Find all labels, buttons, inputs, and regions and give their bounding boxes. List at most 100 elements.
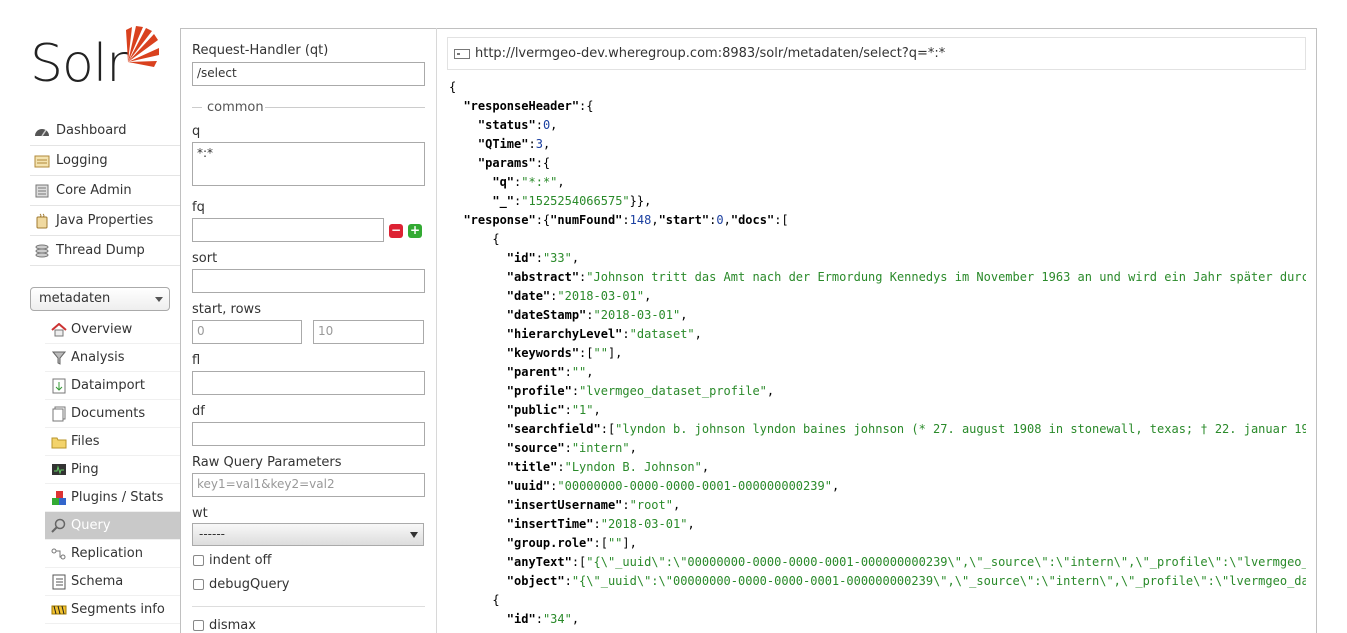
core-nav-label: Overview [71,322,133,337]
solr-sun-icon [126,26,159,67]
home-icon [51,322,67,338]
url-icon [454,48,470,59]
folder-icon [51,434,67,450]
sort-input[interactable] [192,269,425,293]
nav-item-core-admin[interactable]: Core Admin [30,176,180,206]
core-nav-query[interactable]: Query [45,512,180,540]
dismax-label: dismax [209,618,256,633]
fq-label: fq [192,200,205,215]
core-nav-ping[interactable]: Ping [45,456,180,484]
core-admin-icon [34,183,50,199]
response-line: "id":"34", [506,612,580,626]
add-fq-button[interactable]: + [408,224,422,238]
response-line: "QTime":3, [477,137,551,151]
ping-icon [51,462,67,478]
core-nav-dataimport[interactable]: Dataimport [45,372,180,400]
response-output: { "responseHeader":{ "status":0, "QTime"… [449,78,1306,633]
df-label: df [192,404,205,419]
java-icon [34,213,50,229]
debug-query-label: debugQuery [209,577,290,592]
request-url-bar: http://lvermgeo-dev.wheregroup.com:8983/… [447,37,1306,70]
response-line: "dateStamp":"2018-03-01", [506,308,688,322]
response-line: "title":"Lyndon B. Johnson", [506,460,710,474]
logging-icon [34,153,50,169]
response-line: "status":0, [477,118,558,132]
sort-label: sort [192,251,218,266]
remove-fq-button[interactable]: − [389,224,403,238]
segments-icon [51,602,67,618]
fq-input[interactable] [192,218,384,242]
nav-label: Core Admin [56,183,132,198]
wt-label: wt [192,506,208,521]
core-nav-label: Replication [71,546,143,561]
debug-query-checkbox[interactable]: debugQuery [193,577,290,592]
response-line: { [449,232,500,246]
core-nav-overview[interactable]: Overview [45,316,180,344]
core-nav-segments-info[interactable]: Segments info [45,596,180,624]
core-nav-label: Schema [71,574,124,589]
rows-input[interactable]: 10 [313,320,424,344]
response-line: "q":"*:*", [492,175,565,189]
nav-item-java-properties[interactable]: Java Properties [30,206,180,236]
core-nav-analysis[interactable]: Analysis [45,344,180,372]
wt-select-value: ------ [199,527,225,541]
start-rows-label: start, rows [192,302,261,317]
core-nav-label: Dataimport [71,378,145,393]
solr-logo[interactable]: Solr [30,26,160,96]
dataimport-icon [51,378,67,394]
q-textarea[interactable]: *:* [192,142,425,186]
nav-item-dashboard[interactable]: Dashboard [30,116,180,146]
core-nav: Overview Analysis Dataimport Documents F… [45,316,180,624]
df-input[interactable] [192,422,425,446]
fl-input[interactable] [192,371,425,395]
qt-label: Request-Handler (qt) [192,43,329,58]
checkbox-box[interactable] [193,620,204,631]
indent-checkbox[interactable]: indent off [193,553,271,568]
request-url-link[interactable]: http://lvermgeo-dev.wheregroup.com:8983/… [475,46,945,61]
response-line: "public":"1", [506,403,601,417]
response-line: "id":"33", [506,251,580,265]
raw-params-input[interactable]: key1=val1&key2=val2 [192,473,425,497]
form-separator [192,606,425,607]
response-line: "insertUsername":"root", [506,498,681,512]
nav-label: Java Properties [56,213,154,228]
response-line: "responseHeader":{ [463,99,594,113]
dismax-checkbox[interactable]: dismax [193,618,256,633]
response-line: "params":{ [477,156,551,170]
core-selector[interactable]: metadaten [30,287,170,311]
plugins-icon [51,490,67,506]
common-section-header: common [192,100,425,115]
nav-item-thread-dump[interactable]: Thread Dump [30,236,180,266]
core-nav-label: Ping [71,462,99,477]
magnifier-icon [51,518,67,534]
chevron-down-icon [410,532,418,538]
response-line: "response":{"numFound":148,"start":0,"do… [463,213,789,227]
core-nav-replication[interactable]: Replication [45,540,180,568]
nav-label: Thread Dump [56,243,145,258]
qt-input[interactable]: /select [192,62,425,86]
nav-label: Logging [56,153,108,168]
checkbox-box[interactable] [193,555,204,566]
start-input[interactable]: 0 [192,320,302,344]
core-nav-label: Segments info [71,602,165,617]
core-nav-label: Plugins / Stats [71,490,164,505]
checkbox-box[interactable] [193,579,204,590]
core-selector-value: metadaten [39,291,111,306]
wt-select[interactable]: ------ [192,523,424,546]
common-label: common [207,100,264,115]
core-nav-plugins-stats[interactable]: Plugins / Stats [45,484,180,512]
chevron-down-icon [155,297,163,302]
response-line: "source":"intern", [506,441,637,455]
schema-icon [51,574,67,590]
documents-icon [51,406,67,422]
core-nav-schema[interactable]: Schema [45,568,180,596]
response-line: "insertTime":"2018-03-01", [506,517,695,531]
response-line: "group.role":[""], [506,536,637,550]
core-nav-label: Query [71,518,111,533]
response-line: "keywords":[""], [506,346,623,360]
response-line: "abstract":"Johnson tritt das Amt nach d… [506,270,1306,284]
nav-item-logging[interactable]: Logging [30,146,180,176]
thread-dump-icon [34,243,50,259]
core-nav-documents[interactable]: Documents [45,400,180,428]
core-nav-files[interactable]: Files [45,428,180,456]
